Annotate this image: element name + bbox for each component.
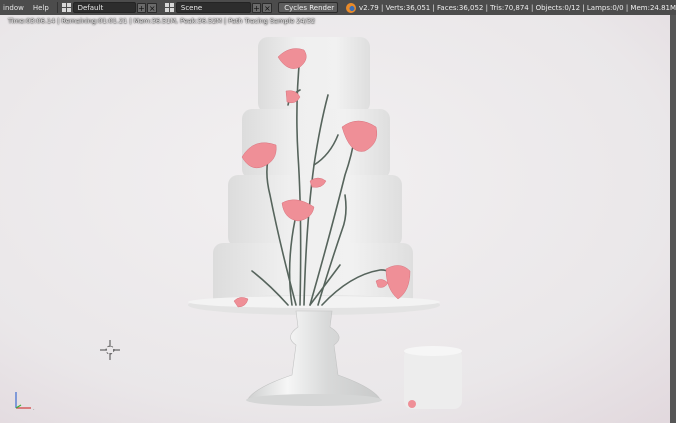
screen-layout-field[interactable]: Default [72,2,136,13]
screen-layout-icon[interactable] [61,3,71,12]
rendered-scene [0,15,670,423]
cake-stand-base [246,394,382,406]
blender-logo-icon [346,2,357,13]
scene-field[interactable]: Scene [175,2,251,13]
3d-cursor-icon[interactable] [100,340,120,360]
blender-window: indow Help Default + × Scene + × Cycles … [0,0,676,423]
axis-gizmo-icon: · [15,392,35,412]
small-cake-body [404,349,462,409]
render-status-text: Time:03:06.14 | Remaining:01:01.21 | Mem… [8,17,316,25]
cake-top-tier [258,37,370,113]
info-header: indow Help Default + × Scene + × Cycles … [0,0,676,16]
small-cake [404,346,462,409]
menu-window[interactable]: indow [0,4,30,12]
small-flower [408,400,416,408]
small-cake-top [404,346,462,356]
header-divider [56,2,58,13]
render-engine-select[interactable]: Cycles Render [278,2,339,13]
add-scene-button[interactable]: + [251,2,262,13]
svg-text:·: · [33,407,35,412]
scene-icon[interactable] [165,3,174,12]
remove-scene-button[interactable]: × [262,2,273,13]
3d-viewport[interactable]: Time:03:06.14 | Remaining:01:01.21 | Mem… [0,15,670,423]
cake-plate-top [188,296,440,308]
menu-help[interactable]: Help [30,4,55,12]
scene-stats: v2.79 | Verts:36,051 | Faces:36,052 | Tr… [359,3,676,12]
viewport-edge-scrollbar[interactable] [670,15,676,423]
remove-layout-button[interactable]: × [147,2,158,13]
add-layout-button[interactable]: + [136,2,147,13]
